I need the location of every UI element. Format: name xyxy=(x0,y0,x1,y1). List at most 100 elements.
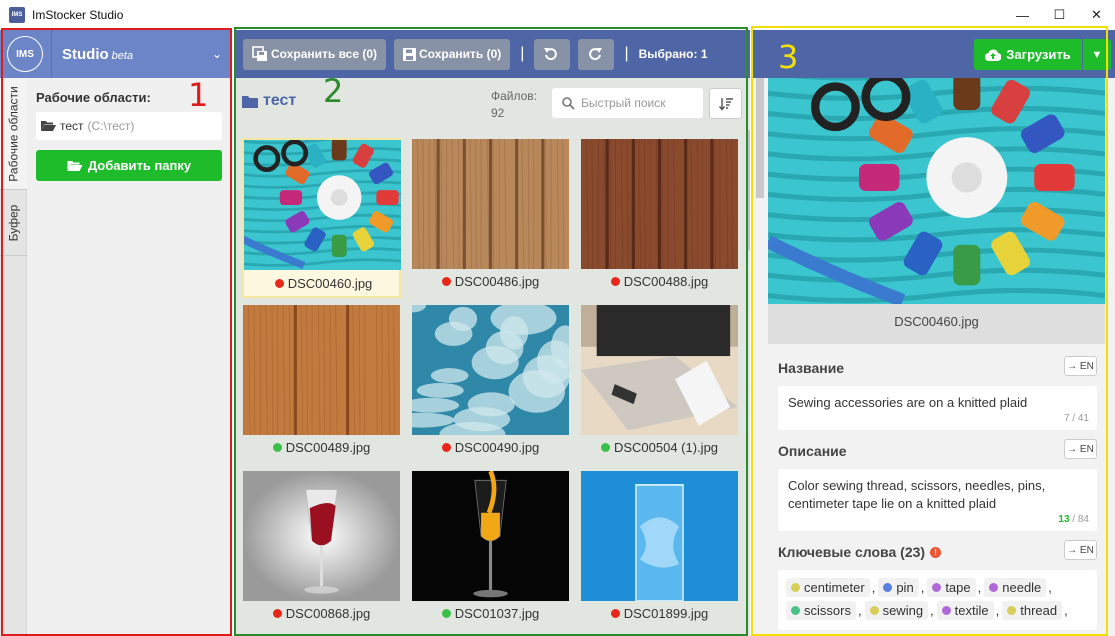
sort-button[interactable] xyxy=(709,88,742,119)
keyword-chip[interactable]: scissors xyxy=(786,601,856,620)
title-counter: 7 / 41 xyxy=(1063,413,1089,424)
image-preview xyxy=(768,78,1105,304)
redo-button[interactable] xyxy=(578,38,615,70)
search-input[interactable]: Быстрый поиск xyxy=(552,88,703,118)
cloud-upload-icon xyxy=(985,49,1002,61)
thumbnail-card[interactable]: DSC00489.jpg xyxy=(242,304,401,464)
description-field: Описание → EN Color sewing thread, sciss… xyxy=(778,439,1097,531)
workspace-item[interactable]: тест (C:\тест) xyxy=(36,112,222,140)
thumbnail-card[interactable]: DSC00868.jpg xyxy=(242,470,401,630)
tab-buffer[interactable]: Буфер xyxy=(0,190,27,256)
thumbnail-filename: DSC00486.jpg xyxy=(411,274,570,289)
thumbnail-image xyxy=(412,471,569,601)
keyword-chip[interactable]: sewing xyxy=(864,601,929,620)
status-dot xyxy=(441,277,451,286)
minimize-button[interactable]: — xyxy=(1004,0,1041,30)
keyword-chip[interactable]: textile xyxy=(936,601,994,620)
thumbnail-card[interactable]: DSC00460.jpg xyxy=(242,138,401,298)
save-all-button[interactable]: Сохранить все (0) xyxy=(243,38,387,70)
status-dot xyxy=(272,443,282,452)
workspace-name: тест xyxy=(60,119,84,133)
thumbnail-card[interactable]: DSC00488.jpg xyxy=(580,138,739,298)
thumbnail-card[interactable]: DSC01899.jpg xyxy=(580,470,739,630)
title-label: Название xyxy=(778,360,845,376)
annotation-label-1: 1 xyxy=(188,76,209,114)
files-count: Файлов: 92 xyxy=(491,89,538,120)
preview-filename: DSC00460.jpg xyxy=(768,304,1105,344)
description-label: Описание xyxy=(778,443,847,459)
title-field: Название → EN Sewing accessories are on … xyxy=(778,356,1097,430)
keyword-chip[interactable]: pin xyxy=(878,578,919,597)
keyword-chip[interactable]: needle xyxy=(984,578,1047,597)
scrollbar[interactable] xyxy=(746,130,750,250)
keyword-dot xyxy=(869,606,879,615)
chevron-down-icon: ▼ xyxy=(1091,48,1103,61)
maximize-button[interactable]: ☐ xyxy=(1041,0,1078,30)
save-button[interactable]: Сохранить (0) xyxy=(394,38,511,70)
annotation-label-3: 3 xyxy=(778,38,799,76)
keyword-dot xyxy=(791,583,800,592)
description-input[interactable]: Color sewing thread, scissors, needles, … xyxy=(778,469,1097,531)
undo-button[interactable] xyxy=(534,38,571,70)
keyword-chip[interactable]: thread xyxy=(1002,601,1063,620)
redo-icon xyxy=(589,48,602,61)
thumbnail-filename: DSC00489.jpg xyxy=(242,440,401,455)
beta-label: beta xyxy=(111,49,134,62)
search-icon xyxy=(562,96,575,110)
status-dot xyxy=(441,443,451,452)
details-header: Загрузить ▼ xyxy=(752,30,1115,78)
thumbnail-card[interactable]: DSC00486.jpg xyxy=(411,138,570,298)
studio-title: Studio beta xyxy=(62,45,134,63)
warning-icon: ! xyxy=(930,546,942,558)
status-dot xyxy=(610,277,620,286)
title-input[interactable]: Sewing accessories are on a knitted plai… xyxy=(778,386,1097,430)
keywords-label: Ключевые слова (23)! xyxy=(778,544,1097,560)
thumbnail-card[interactable]: DSC01037.jpg xyxy=(411,470,570,630)
keyword-dot xyxy=(791,606,800,615)
thumbnail-filename: DSC00868.jpg xyxy=(242,606,401,621)
save-all-icon xyxy=(252,46,267,61)
status-dot xyxy=(600,443,610,452)
keyword-dot xyxy=(932,583,942,592)
translate-description-button[interactable]: → EN xyxy=(1064,439,1097,459)
thumbnail-filename: DSC00504 (1).jpg xyxy=(580,440,739,455)
thumbnail-card[interactable]: DSC00504 (1).jpg xyxy=(580,304,739,464)
thumbnail-filename: DSC01037.jpg xyxy=(411,606,570,621)
title-bar: IMS ImStocker Studio — ☐ ✕ xyxy=(0,0,1115,30)
vertical-tabs: Рабочие области Буфер xyxy=(0,78,27,636)
folder-open-icon xyxy=(67,160,83,171)
upload-button[interactable]: Загрузить xyxy=(974,39,1082,70)
description-counter: 13 / 84 xyxy=(1058,514,1089,525)
thumbnail-image xyxy=(412,305,569,435)
app-logo: IMS xyxy=(9,7,25,23)
close-button[interactable]: ✕ xyxy=(1078,0,1115,30)
upload-dropdown-button[interactable]: ▼ xyxy=(1083,39,1111,70)
thumbnail-filename: DSC00460.jpg xyxy=(244,276,403,291)
selected-count: Выбрано: 1 xyxy=(638,47,708,61)
thumbnail-image xyxy=(243,471,400,601)
tab-workspaces[interactable]: Рабочие области xyxy=(0,78,27,190)
annotation-label-2: 2 xyxy=(323,72,344,110)
ims-badge: IMS xyxy=(7,36,43,72)
left-panel: IMS Studio beta ⌄ Рабочие области Буфер Р… xyxy=(0,30,232,636)
thumbnail-image xyxy=(412,139,569,269)
thumbnail-card[interactable]: DSC00490.jpg xyxy=(411,304,570,464)
chevron-down-icon[interactable]: ⌄ xyxy=(212,47,222,61)
status-dot xyxy=(272,609,282,618)
add-folder-button[interactable]: Добавить папку xyxy=(36,150,222,181)
studio-header[interactable]: IMS Studio beta ⌄ xyxy=(0,30,232,78)
translate-title-button[interactable]: → EN xyxy=(1064,356,1097,376)
translate-keywords-button[interactable]: → EN xyxy=(1064,540,1097,560)
keyword-chip[interactable]: centimeter xyxy=(786,578,870,597)
status-dot xyxy=(441,609,451,618)
scrollbar[interactable] xyxy=(756,78,764,198)
thumbnail-filename: DSC01899.jpg xyxy=(580,606,739,621)
keyword-dot xyxy=(883,583,893,592)
details-panel: Загрузить ▼ DSC00460.jpg Название → EN S… xyxy=(752,30,1115,636)
thumbnail-filename: DSC00488.jpg xyxy=(580,274,739,289)
thumbnail-filename: DSC00490.jpg xyxy=(411,440,570,455)
keywords-field: Ключевые слова (23)! → EN centimeter, pin… xyxy=(778,540,1097,630)
keywords-list[interactable]: centimeter, pin, tape, needle, scissors, sewi… xyxy=(778,570,1097,630)
keyword-dot xyxy=(941,606,951,615)
keyword-chip[interactable]: tape xyxy=(927,578,976,597)
